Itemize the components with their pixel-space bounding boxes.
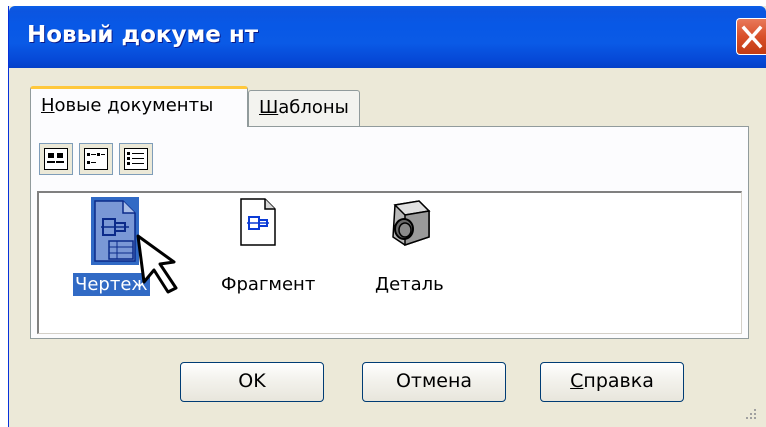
list-item-fragment[interactable]: Фрагмент	[209, 193, 339, 333]
view-large-icons-button[interactable]	[39, 143, 73, 175]
title-bar[interactable]: Новый докуме нт	[9, 6, 766, 68]
close-button[interactable]	[736, 18, 766, 55]
view-small-icons-button[interactable]	[79, 143, 113, 175]
view-details-button[interactable]	[119, 143, 153, 175]
resize-grip-icon[interactable]	[742, 405, 758, 421]
tab-templates-accel: Ш	[259, 97, 279, 118]
fragment-icon	[240, 198, 276, 246]
small-icons-view-icon	[84, 148, 108, 170]
ok-button[interactable]: OK	[180, 362, 324, 402]
help-button-accel: С	[570, 370, 584, 392]
mouse-pointer-icon	[136, 234, 178, 294]
details-view-icon	[124, 148, 148, 170]
list-item-fragment-label: Фрагмент	[221, 274, 316, 295]
ok-button-label: OK	[238, 370, 266, 392]
window-title: Новый докуме нт	[27, 22, 259, 48]
drawing-icon	[91, 197, 139, 265]
list-item-part-label: Деталь	[375, 274, 444, 295]
tab-new-documents[interactable]: Новые документы	[30, 86, 248, 127]
large-icons-view-icon	[44, 148, 68, 170]
help-button[interactable]: Справка	[540, 362, 684, 402]
close-icon	[741, 25, 763, 49]
cancel-button-label: Отмена	[395, 370, 473, 392]
help-button-label: правка	[583, 370, 654, 392]
tab-templates[interactable]: Шаблоны	[248, 90, 360, 126]
tab-new-documents-label: овые документы	[54, 95, 214, 116]
part-icon	[392, 200, 431, 247]
cancel-button[interactable]: Отмена	[362, 362, 506, 402]
list-item-part[interactable]: Деталь	[359, 193, 479, 333]
tab-new-documents-accel: Н	[41, 95, 55, 116]
tab-templates-label: аблоны	[278, 97, 349, 118]
